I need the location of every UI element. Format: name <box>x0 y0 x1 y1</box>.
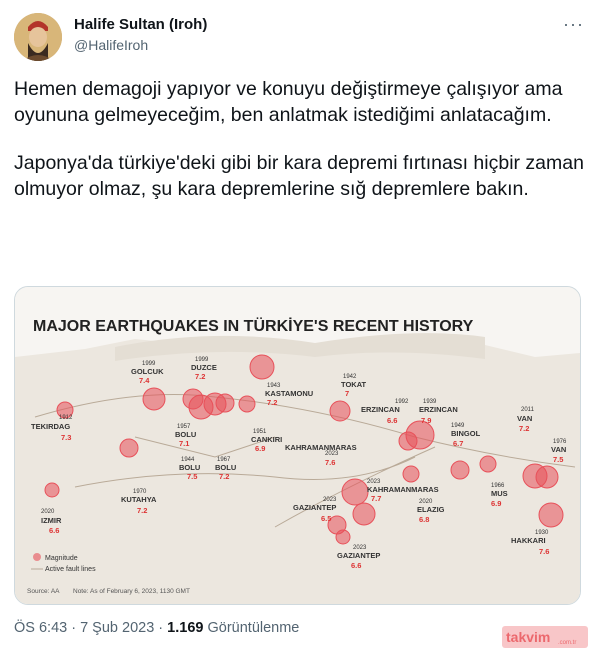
legend-magnitude: Magnitude <box>45 555 78 562</box>
avatar-image <box>14 13 62 61</box>
quake-place-erzincan-1939: ERZINCAN <box>419 405 458 414</box>
tweet-image[interactable]: MAJOR EARTHQUAKES IN TÜRKİYE'S RECENT HI… <box>14 286 581 605</box>
quake-circle-kahramanmaras-2 <box>352 502 376 526</box>
more-options-icon[interactable]: ··· <box>563 14 584 35</box>
quake-place-elazig: ELAZIG <box>417 505 445 514</box>
quake-mag-tokat: 7 <box>345 389 349 398</box>
quake-place-kastamonu: KASTAMONU <box>265 389 313 398</box>
quake-circle-kutahya <box>119 438 139 458</box>
quake-circle-tokat <box>249 354 275 380</box>
quake-mag-van-2011: 7.2 <box>519 424 529 433</box>
quake-place-izmir: IZMIR <box>41 516 62 525</box>
quake-mag-erzincan-1992: 6.6 <box>387 416 397 425</box>
tweet-meta: ÖS 6:43 · 7 Şub 2023 · 1.169 Görüntülenm… <box>14 620 299 636</box>
quake-mag-gaziantep-1: 6.5 <box>321 514 331 523</box>
quake-place-tokat: TOKAT <box>341 380 367 389</box>
quake-circle-kastamonu <box>238 395 256 413</box>
tweet-timestamp[interactable]: ÖS 6:43 · 7 Şub 2023 · <box>14 620 163 636</box>
quake-place-golcuk: GOLCUK <box>131 367 164 376</box>
quake-mag-van-1976: 7.5 <box>553 455 563 464</box>
quake-mag-bingol: 6.7 <box>453 439 463 448</box>
quake-circle-golcuk <box>142 387 166 411</box>
quake-circle-mus <box>479 455 497 473</box>
quake-circle-bingol <box>450 460 470 480</box>
quake-circle-van-1976 <box>535 465 559 489</box>
quake-mag-duzce: 7.2 <box>195 372 205 381</box>
author-name[interactable]: Halife Sultan (Iroh) <box>74 15 207 35</box>
quake-place-duzce: DUZCE <box>191 363 217 372</box>
quake-place-gaziantep-1: GAZIANTEP <box>293 503 336 512</box>
quake-circle-bolu-1967 <box>215 393 235 413</box>
quake-mag-bolu-1957: 7.1 <box>179 439 189 448</box>
quake-circle-erzincan-1939 <box>405 420 435 450</box>
map-title: MAJOR EARTHQUAKES IN TÜRKİYE'S RECENT HI… <box>33 316 474 335</box>
quake-mag-cankiri: 6.9 <box>255 444 265 453</box>
tweet-text: Hemen demagoji yapıyor ve konuyu değişti… <box>14 76 584 224</box>
quake-place-hakkari: HAKKARI <box>511 536 546 545</box>
quake-place-van-2011: VAN <box>517 414 532 423</box>
quake-mag-tekirdag: 7.3 <box>61 433 71 442</box>
quake-year-izmir: 2020 <box>41 509 55 515</box>
quake-mag-kahramanmaras-2: 7.7 <box>371 494 381 503</box>
quake-circle-gaziantep-2 <box>335 529 351 545</box>
quake-place-tekirdag: TEKIRDAG <box>31 422 70 431</box>
legend-magnitude-icon <box>33 553 41 561</box>
quake-circle-cankiri <box>329 400 351 422</box>
quake-place-kahramanmaras-2: KAHRAMANMARAS <box>367 485 439 494</box>
watermark-logo: takvim .com.tr <box>502 624 588 650</box>
quake-mag-bolu-1944: 7.5 <box>187 472 197 481</box>
quake-circle-elazig <box>402 465 420 483</box>
legend-faults: Active fault lines <box>45 566 96 573</box>
author-block: Halife Sultan (Iroh) @HalifeIroh <box>74 15 207 55</box>
quake-place-kutahya: KUTAHYA <box>121 495 157 504</box>
quake-place-mus: MUS <box>491 489 508 498</box>
quake-place-bolu-1957: BOLU <box>175 430 196 439</box>
quake-mag-golcuk: 7.4 <box>139 376 150 385</box>
quake-circle-kahramanmaras-1 <box>341 478 369 506</box>
views-count: 1.169 <box>167 620 204 636</box>
quake-mag-bolu-1967: 7.2 <box>219 472 229 481</box>
svg-text:takvim: takvim <box>506 629 550 645</box>
quake-circle-izmir <box>44 482 60 498</box>
tweet-paragraph-2: Japonya'da türkiye'deki gibi bir kara de… <box>14 152 584 200</box>
takvim-logo-icon: takvim .com.tr <box>502 626 588 648</box>
quake-place-van-1976: VAN <box>551 445 566 454</box>
quake-mag-izmir: 6.6 <box>49 526 59 535</box>
quake-mag-mus: 6.9 <box>491 499 501 508</box>
quake-mag-gaziantep-2: 6.6 <box>351 561 361 570</box>
turkey-land <box>15 337 580 604</box>
quake-place-bolu-1967: BOLU <box>215 463 236 472</box>
quake-mag-kahramanmaras-1: 7.6 <box>325 458 335 467</box>
quake-place-gaziantep-2: GAZIANTEP <box>337 551 380 560</box>
quake-place-bolu-1944: BOLU <box>179 463 200 472</box>
map-source: Source: AA <box>27 588 60 595</box>
quake-place-kahramanmaras-1: KAHRAMANMARAS <box>285 443 357 452</box>
quake-year-van-2011: 2011 <box>521 407 535 413</box>
quake-mag-kutahya: 7.2 <box>137 506 147 515</box>
svg-text:.com.tr: .com.tr <box>558 640 576 646</box>
author-handle[interactable]: @HalifeIroh <box>74 35 207 55</box>
map-note: Note: As of February 6, 2023, 1130 GMT <box>73 588 190 595</box>
quake-mag-elazig: 6.8 <box>419 515 429 524</box>
earthquake-map: MAJOR EARTHQUAKES IN TÜRKİYE'S RECENT HI… <box>15 287 580 604</box>
tweet-paragraph-1: Hemen demagoji yapıyor ve konuyu değişti… <box>14 78 563 126</box>
quake-place-bingol: BINGOL <box>451 429 481 438</box>
quake-mag-hakkari: 7.6 <box>539 547 549 556</box>
quake-place-cankiri: CANKIRI <box>251 435 282 444</box>
quake-year-tekirdag: 1912 <box>59 415 73 421</box>
quake-circle-hakkari <box>538 502 564 528</box>
quake-place-erzincan-1992: ERZINCAN <box>361 405 400 414</box>
quake-mag-erzincan-1939: 7.9 <box>421 416 431 425</box>
views-label: Görüntülenme <box>207 620 300 636</box>
avatar[interactable] <box>14 13 62 61</box>
quake-mag-kastamonu: 7.2 <box>267 398 277 407</box>
